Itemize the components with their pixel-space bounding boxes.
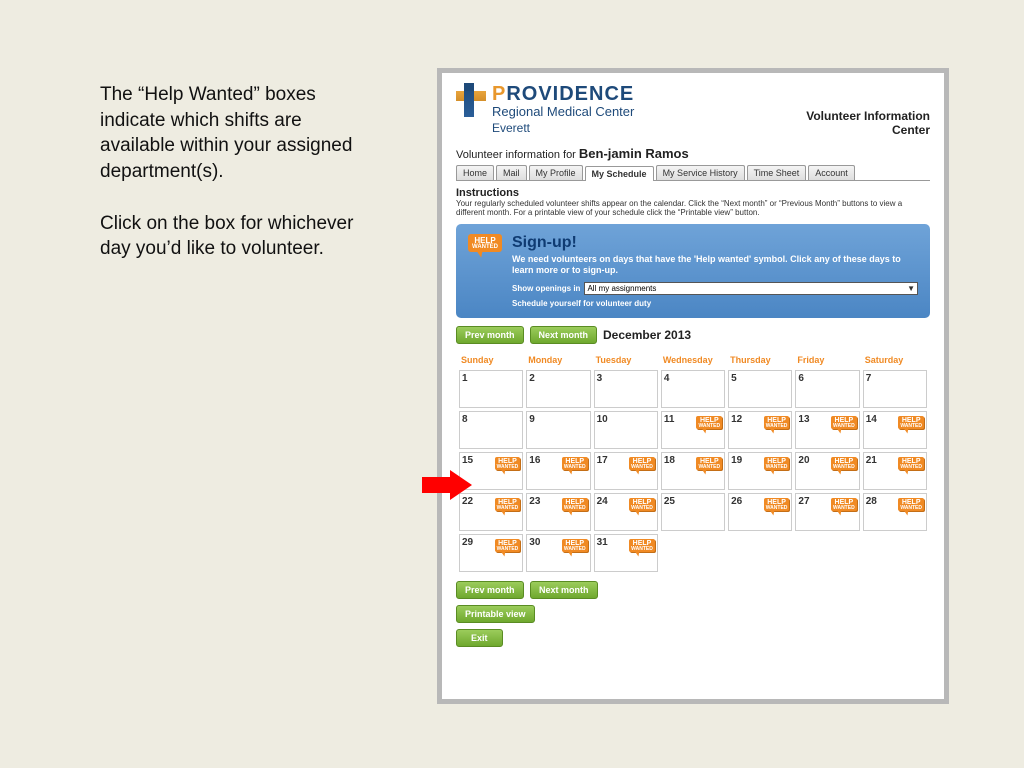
show-openings-label: Show openings in: [512, 284, 580, 293]
help-wanted-icon[interactable]: HELPWANTED: [562, 539, 588, 553]
page-title: Volunteer Information Center: [806, 109, 930, 138]
calendar-day[interactable]: 31HELPWANTED: [594, 534, 658, 572]
assignments-select[interactable]: All my assignments ▼: [584, 282, 918, 295]
calendar-day[interactable]: 16HELPWANTED: [526, 452, 590, 490]
help-wanted-icon[interactable]: HELPWANTED: [764, 498, 790, 512]
calendar-day[interactable]: 19HELPWANTED: [728, 452, 792, 490]
calendar-day: 1: [459, 370, 523, 408]
help-wanted-icon[interactable]: HELPWANTED: [629, 539, 655, 553]
tab-my-profile[interactable]: My Profile: [529, 165, 583, 180]
help-wanted-icon[interactable]: HELPWANTED: [831, 457, 857, 471]
help-wanted-icon[interactable]: HELPWANTED: [562, 498, 588, 512]
help-wanted-icon[interactable]: HELPWANTED: [629, 498, 655, 512]
page-content: PROVIDENCE Regional Medical Center Evere…: [442, 73, 944, 699]
calendar-day[interactable]: 17HELPWANTED: [594, 452, 658, 490]
slide-instruction-text: The “Help Wanted” boxes indicate which s…: [100, 82, 370, 288]
signup-box: HELPWANTED Sign-up! We need volunteers o…: [456, 224, 930, 318]
help-wanted-icon[interactable]: HELPWANTED: [898, 457, 924, 471]
help-wanted-icon[interactable]: HELPWANTED: [831, 416, 857, 430]
signup-title: Sign-up!: [512, 234, 918, 252]
help-wanted-icon[interactable]: HELPWANTED: [495, 457, 521, 471]
calendar-day: 7: [863, 370, 927, 408]
cross-icon: [456, 83, 486, 117]
help-wanted-icon[interactable]: HELPWANTED: [696, 457, 722, 471]
calendar-day: 25: [661, 493, 725, 531]
logo-line3: Everett: [492, 121, 634, 135]
day-header: Tuesday: [594, 353, 658, 367]
instructions-heading: Instructions: [456, 187, 930, 199]
help-wanted-icon[interactable]: HELPWANTED: [562, 457, 588, 471]
calendar-day[interactable]: 26HELPWANTED: [728, 493, 792, 531]
tab-my-service-history[interactable]: My Service History: [656, 165, 745, 180]
prev-month-button[interactable]: Prev month: [456, 326, 524, 344]
month-label: December 2013: [603, 328, 691, 342]
exit-button[interactable]: Exit: [456, 629, 503, 647]
help-wanted-icon[interactable]: HELPWANTED: [629, 457, 655, 471]
org-logo: PROVIDENCE Regional Medical Center Evere…: [456, 83, 634, 135]
day-header: Friday: [795, 353, 859, 367]
printable-view-button[interactable]: Printable view: [456, 605, 535, 623]
calendar-day[interactable]: 24HELPWANTED: [594, 493, 658, 531]
calendar-day[interactable]: 12HELPWANTED: [728, 411, 792, 449]
calendar-day[interactable]: 27HELPWANTED: [795, 493, 859, 531]
help-wanted-icon[interactable]: HELPWANTED: [495, 498, 521, 512]
logo-line2: Regional Medical Center: [492, 104, 634, 119]
tab-home[interactable]: Home: [456, 165, 494, 180]
schedule-yourself-link[interactable]: Schedule yourself for volunteer duty: [512, 299, 918, 308]
slide-p2: Click on the box for whichever day you’d…: [100, 211, 370, 262]
calendar-day[interactable]: 14HELPWANTED: [863, 411, 927, 449]
help-wanted-icon[interactable]: HELPWANTED: [764, 416, 790, 430]
next-month-button[interactable]: Next month: [530, 326, 598, 344]
tab-bar: HomeMailMy ProfileMy ScheduleMy Service …: [456, 165, 930, 181]
day-header: Thursday: [728, 353, 792, 367]
calendar-day[interactable]: 23HELPWANTED: [526, 493, 590, 531]
calendar-day[interactable]: 18HELPWANTED: [661, 452, 725, 490]
help-wanted-icon[interactable]: HELPWANTED: [764, 457, 790, 471]
calendar-day: 4: [661, 370, 725, 408]
help-wanted-icon: HELPWANTED: [468, 234, 502, 252]
callout-arrow-icon: [422, 470, 472, 500]
day-header: Monday: [526, 353, 590, 367]
volunteer-name: Ben-jamin Ramos: [579, 146, 689, 161]
chevron-down-icon: ▼: [907, 284, 915, 293]
calendar-day: 2: [526, 370, 590, 408]
tab-my-schedule[interactable]: My Schedule: [585, 166, 654, 181]
help-wanted-icon[interactable]: HELPWANTED: [696, 416, 722, 430]
calendar-table: SundayMonday TuesdayWednesdayThursdayFrid…: [456, 350, 930, 575]
calendar-day: 8: [459, 411, 523, 449]
calendar-day[interactable]: 29HELPWANTED: [459, 534, 523, 572]
calendar-day[interactable]: 28HELPWANTED: [863, 493, 927, 531]
calendar-day[interactable]: 21HELPWANTED: [863, 452, 927, 490]
tab-mail[interactable]: Mail: [496, 165, 527, 180]
calendar-day[interactable]: 11HELPWANTED: [661, 411, 725, 449]
prev-month-button-bottom[interactable]: Prev month: [456, 581, 524, 599]
signup-subtitle: We need volunteers on days that have the…: [512, 254, 918, 276]
calendar-day[interactable]: 20HELPWANTED: [795, 452, 859, 490]
help-wanted-icon[interactable]: HELPWANTED: [831, 498, 857, 512]
next-month-button-bottom[interactable]: Next month: [530, 581, 598, 599]
day-header: Wednesday: [661, 353, 725, 367]
calendar-day[interactable]: 13HELPWANTED: [795, 411, 859, 449]
calendar-day: 5: [728, 370, 792, 408]
day-header: Saturday: [863, 353, 927, 367]
calendar-day: 10: [594, 411, 658, 449]
help-wanted-icon[interactable]: HELPWANTED: [898, 498, 924, 512]
help-wanted-icon[interactable]: HELPWANTED: [495, 539, 521, 553]
calendar-day: 6: [795, 370, 859, 408]
logo-word: PROVIDENCE: [492, 83, 634, 106]
app-frame: PROVIDENCE Regional Medical Center Evere…: [437, 68, 949, 704]
volunteer-info-line: Volunteer information for Ben-jamin Ramo…: [456, 146, 930, 161]
slide-p1: The “Help Wanted” boxes indicate which s…: [100, 82, 370, 185]
calendar-day: 3: [594, 370, 658, 408]
help-wanted-icon[interactable]: HELPWANTED: [898, 416, 924, 430]
tab-account[interactable]: Account: [808, 165, 855, 180]
calendar-day[interactable]: 30HELPWANTED: [526, 534, 590, 572]
instructions-text: Your regularly scheduled volunteer shift…: [456, 199, 930, 218]
calendar-day: 9: [526, 411, 590, 449]
day-header: Sunday: [459, 353, 523, 367]
tab-time-sheet[interactable]: Time Sheet: [747, 165, 807, 180]
